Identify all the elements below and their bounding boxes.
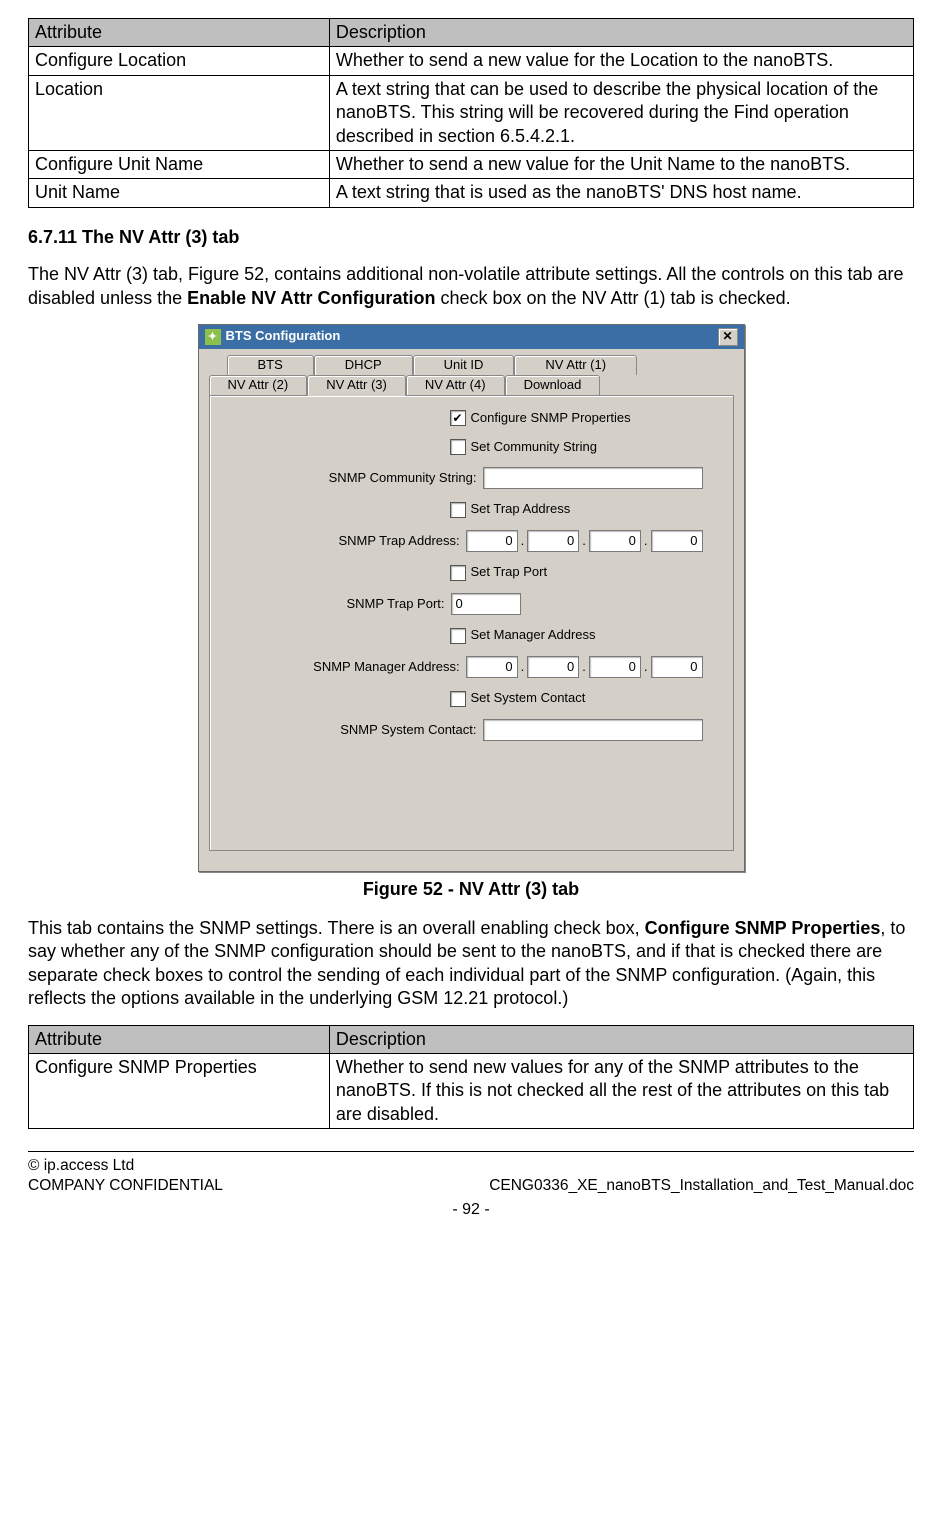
text-bold: Enable NV Attr Configuration: [187, 288, 435, 308]
cell: A text string that can be used to descri…: [329, 75, 913, 150]
footer-copyright: © ip.access Ltd: [28, 1156, 223, 1176]
checkbox-label: Set Manager Address: [471, 627, 596, 644]
text: check box on the NV Attr (1) tab is chec…: [435, 288, 790, 308]
tab-download[interactable]: Download: [505, 375, 601, 395]
checkbox-label: Set Trap Port: [471, 564, 548, 581]
dot-icon: .: [643, 533, 649, 550]
tab-panel: ✔ Configure SNMP Properties Set Communit…: [209, 395, 734, 851]
dot-icon: .: [643, 659, 649, 676]
table-header: Attribute: [29, 19, 330, 47]
dialog-bts-configuration: ✦ BTS Configuration ✕ BTS DHCP Unit ID N…: [198, 324, 745, 872]
table-header: Description: [329, 1025, 913, 1053]
dot-icon: .: [581, 659, 587, 676]
table-header: Attribute: [29, 1025, 330, 1053]
tab-bts[interactable]: BTS: [227, 355, 314, 375]
ip-octet[interactable]: 0: [589, 530, 641, 552]
tab-nv-attr-2[interactable]: NV Attr (2): [209, 375, 308, 395]
ip-octet[interactable]: 0: [466, 656, 518, 678]
tab-dhcp[interactable]: DHCP: [314, 355, 413, 375]
tab-nv-attr-4[interactable]: NV Attr (4): [406, 375, 505, 395]
footer-divider: [28, 1151, 914, 1152]
checkbox-set-community[interactable]: [450, 439, 466, 455]
checkbox-set-trap-port[interactable]: [450, 565, 466, 581]
figure-caption: Figure 52 - NV Attr (3) tab: [28, 878, 914, 901]
cell: Whether to send a new value for the Unit…: [329, 150, 913, 178]
paragraph: The NV Attr (3) tab, Figure 52, contains…: [28, 263, 914, 310]
checkbox-label: Set Community String: [471, 439, 597, 456]
figure: ✦ BTS Configuration ✕ BTS DHCP Unit ID N…: [28, 324, 914, 872]
ip-octet[interactable]: 0: [466, 530, 518, 552]
checkbox-set-system-contact[interactable]: [450, 691, 466, 707]
field-label: SNMP Trap Address:: [245, 533, 460, 550]
table-attributes-1: Attribute Description Configure Location…: [28, 18, 914, 208]
checkbox-label: Configure SNMP Properties: [471, 410, 631, 427]
footer-confidential: COMPANY CONFIDENTIAL: [28, 1176, 223, 1196]
table-row: Configure Unit Name Whether to send a ne…: [29, 150, 914, 178]
cell: Configure Unit Name: [29, 150, 330, 178]
dot-icon: .: [581, 533, 587, 550]
cell: Location: [29, 75, 330, 150]
text: This tab contains the SNMP settings. The…: [28, 918, 645, 938]
table-attributes-2: Attribute Description Configure SNMP Pro…: [28, 1025, 914, 1130]
snmp-community-input[interactable]: [483, 467, 703, 489]
snmp-trap-port-input[interactable]: 0: [451, 593, 521, 615]
page-number: - 92 -: [28, 1200, 914, 1221]
cell: Unit Name: [29, 179, 330, 207]
snmp-trap-address-input[interactable]: 0. 0. 0. 0: [466, 530, 703, 552]
cell: A text string that is used as the nanoBT…: [329, 179, 913, 207]
tab-strip: BTS DHCP Unit ID NV Attr (1) NV Attr (2)…: [209, 355, 734, 851]
checkbox-set-manager-address[interactable]: [450, 628, 466, 644]
field-label: SNMP System Contact:: [262, 722, 477, 739]
app-icon: ✦: [205, 329, 221, 345]
snmp-system-contact-input[interactable]: [483, 719, 703, 741]
field-label: SNMP Manager Address:: [245, 659, 460, 676]
table-row: Unit Name A text string that is used as …: [29, 179, 914, 207]
page-footer: © ip.access Ltd COMPANY CONFIDENTIAL CEN…: [28, 1156, 914, 1196]
ip-octet[interactable]: 0: [527, 530, 579, 552]
dialog-title: BTS Configuration: [226, 328, 341, 345]
dot-icon: .: [520, 659, 526, 676]
tab-unit-id[interactable]: Unit ID: [413, 355, 515, 375]
table-header: Description: [329, 19, 913, 47]
field-label: SNMP Trap Port:: [275, 596, 445, 613]
paragraph: This tab contains the SNMP settings. The…: [28, 917, 914, 1011]
ip-octet[interactable]: 0: [651, 530, 703, 552]
checkbox-label: Set System Contact: [471, 690, 586, 707]
cell: Configure Location: [29, 47, 330, 75]
snmp-manager-address-input[interactable]: 0. 0. 0. 0: [466, 656, 703, 678]
tab-nv-attr-3[interactable]: NV Attr (3): [307, 375, 406, 396]
table-row: Configure Location Whether to send a new…: [29, 47, 914, 75]
table-row: Location A text string that can be used …: [29, 75, 914, 150]
text-bold: Configure SNMP Properties: [645, 918, 881, 938]
footer-docref: CENG0336_XE_nanoBTS_Installation_and_Tes…: [489, 1176, 914, 1196]
cell: Whether to send new values for any of th…: [329, 1054, 913, 1129]
table-row: Configure SNMP Properties Whether to sen…: [29, 1054, 914, 1129]
field-label: SNMP Community String:: [262, 470, 477, 487]
close-button[interactable]: ✕: [718, 328, 738, 346]
cell: Configure SNMP Properties: [29, 1054, 330, 1129]
section-heading: 6.7.11 The NV Attr (3) tab: [28, 226, 914, 249]
dialog-titlebar: ✦ BTS Configuration ✕: [199, 325, 744, 349]
ip-octet[interactable]: 0: [651, 656, 703, 678]
cell: Whether to send a new value for the Loca…: [329, 47, 913, 75]
ip-octet[interactable]: 0: [527, 656, 579, 678]
tab-nv-attr-1[interactable]: NV Attr (1): [514, 355, 637, 375]
checkbox-set-trap-address[interactable]: [450, 502, 466, 518]
ip-octet[interactable]: 0: [589, 656, 641, 678]
dot-icon: .: [520, 533, 526, 550]
checkbox-configure-snmp[interactable]: ✔: [450, 410, 466, 426]
checkbox-label: Set Trap Address: [471, 501, 571, 518]
